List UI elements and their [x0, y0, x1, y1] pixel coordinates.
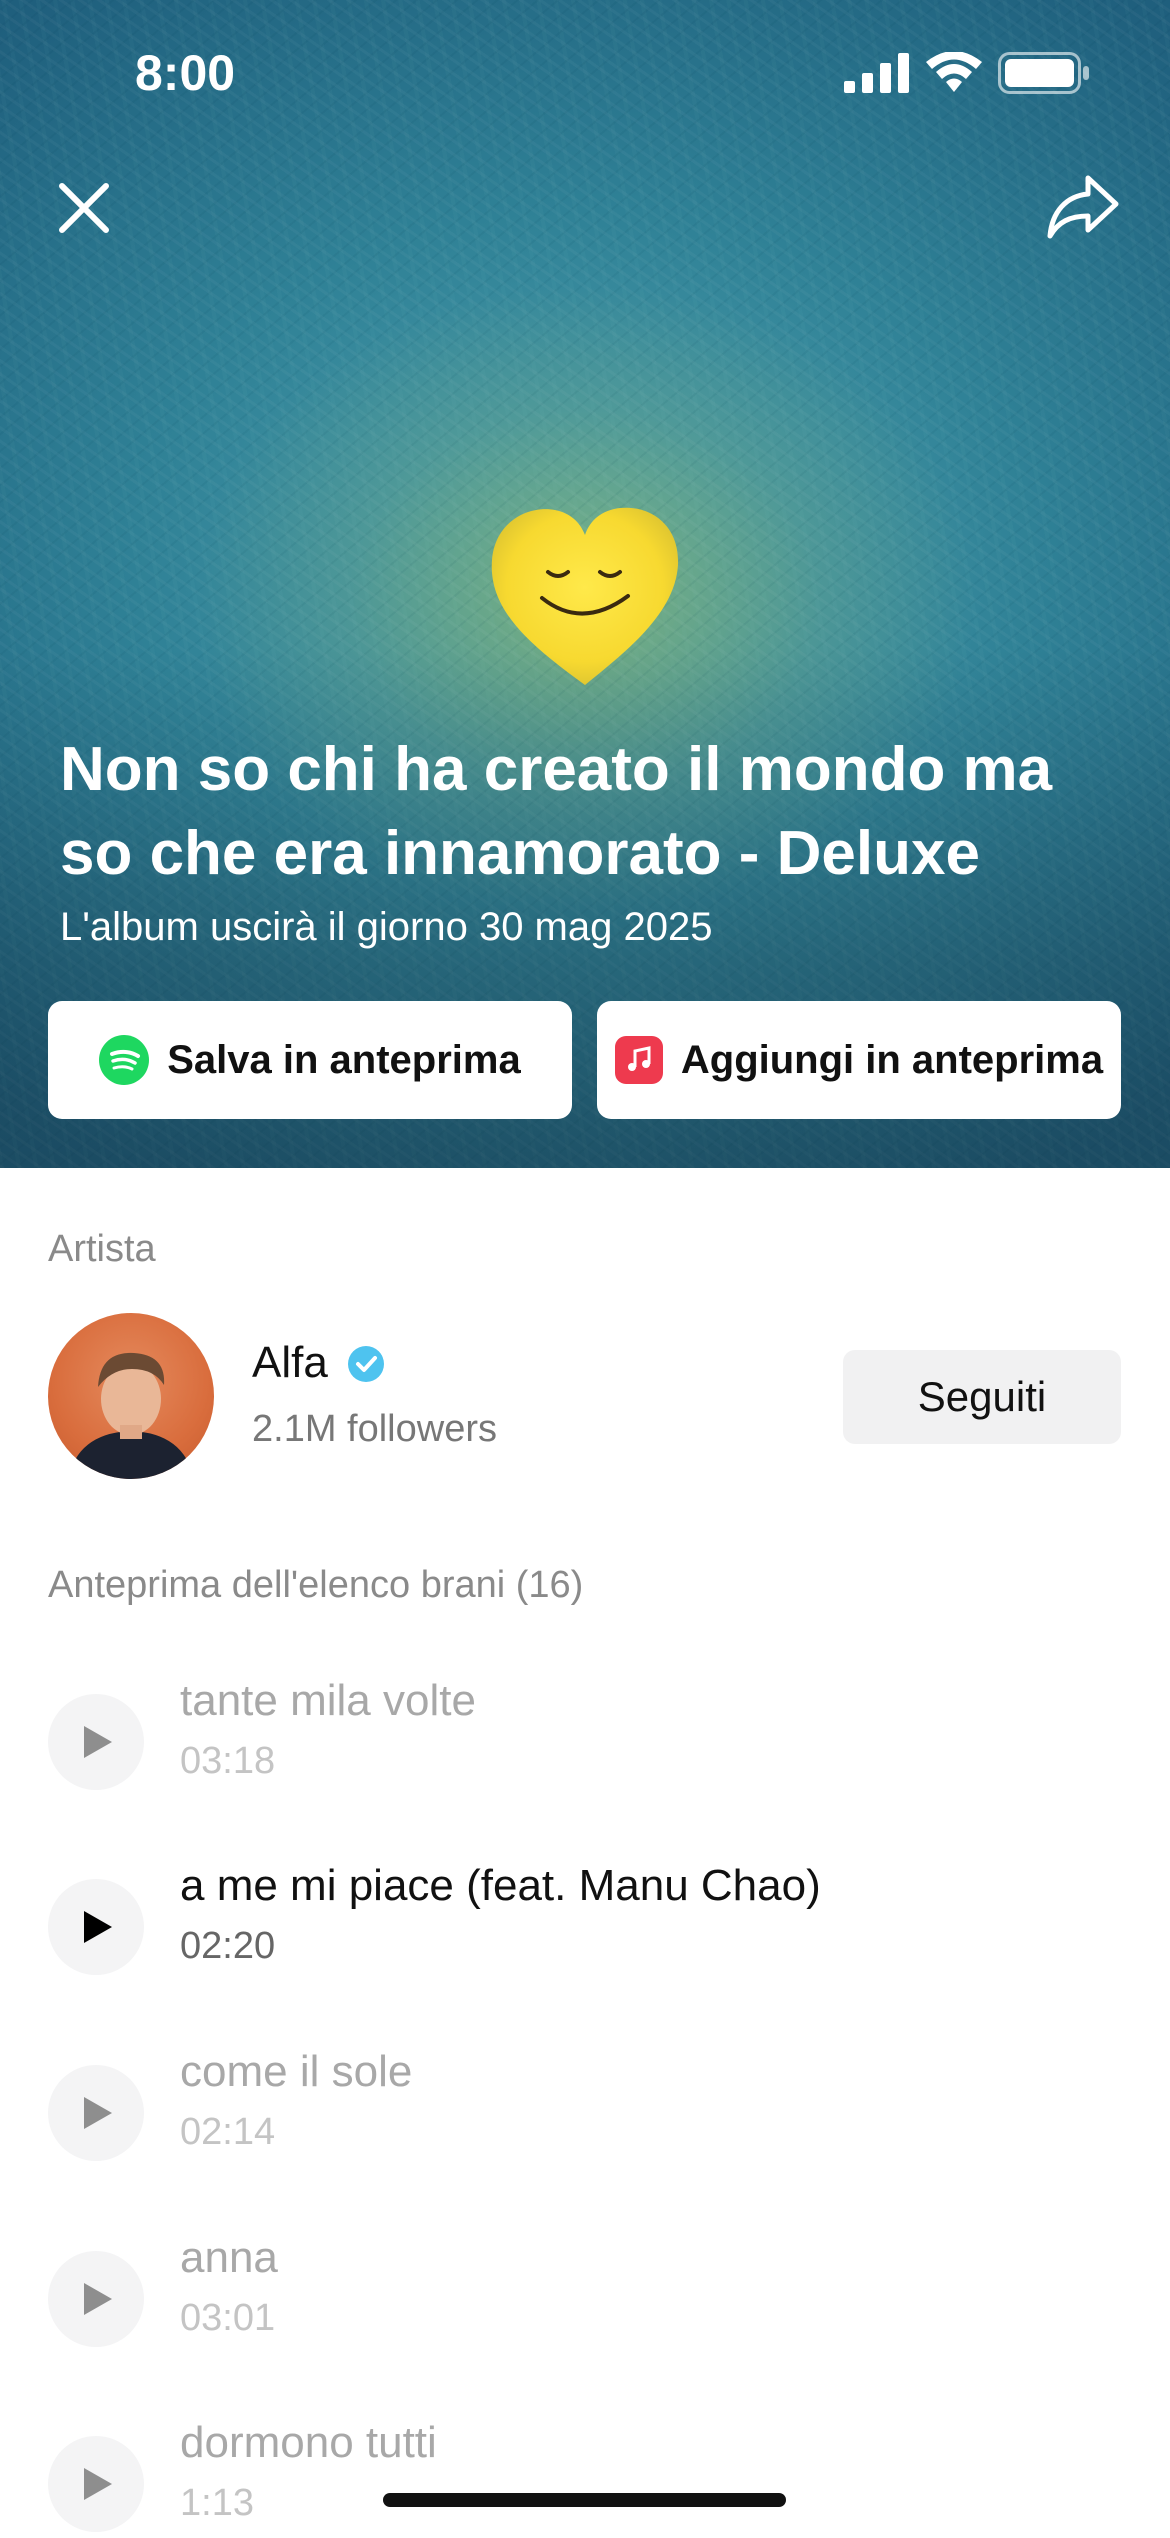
track-row[interactable]: dormono tutti 1:13	[48, 2418, 1121, 2538]
album-cover-header: 8:00 Non so chi ha creato il mondo ma so…	[0, 0, 1170, 1168]
home-indicator	[383, 2493, 786, 2507]
status-time: 8:00	[135, 45, 236, 101]
track-row[interactable]: come il sole 02:14	[48, 2047, 1121, 2167]
heart-illustration	[491, 507, 679, 685]
play-button[interactable]	[48, 2436, 144, 2532]
play-button[interactable]	[48, 1694, 144, 1790]
spotify-presave-button[interactable]: Salva in anteprima	[48, 1001, 572, 1119]
share-icon[interactable]	[1044, 168, 1122, 246]
track-title: a me mi piace (feat. Manu Chao)	[180, 1861, 821, 1910]
apple-music-presave-button[interactable]: Aggiungi in anteprima	[597, 1001, 1121, 1119]
wifi-icon	[926, 52, 982, 92]
play-button[interactable]	[48, 2065, 144, 2161]
play-icon	[84, 2468, 112, 2500]
artist-section-label: Artista	[48, 1228, 156, 1270]
artist-avatar[interactable]	[48, 1313, 214, 1479]
track-title: anna	[180, 2233, 278, 2282]
track-row[interactable]: tante mila volte 03:18	[48, 1676, 1121, 1796]
play-icon	[84, 1911, 112, 1943]
track-duration: 02:20	[180, 1925, 276, 1967]
track-title: come il sole	[180, 2047, 413, 2096]
play-button[interactable]	[48, 1879, 144, 1975]
track-duration: 1:13	[180, 2482, 254, 2524]
track-row[interactable]: anna 03:01	[48, 2233, 1121, 2353]
track-row[interactable]: a me mi piace (feat. Manu Chao) 02:20	[48, 1861, 1121, 1981]
status-icons	[844, 52, 1090, 94]
track-duration: 02:14	[180, 2111, 276, 2153]
play-icon	[84, 2283, 112, 2315]
cellular-signal-icon	[844, 53, 909, 93]
follow-button[interactable]: Seguiti	[843, 1350, 1121, 1444]
tracklist-section-label: Anteprima dell'elenco brani (16)	[48, 1564, 584, 1606]
close-icon[interactable]	[52, 176, 116, 240]
apple-music-presave-label: Aggiungi in anteprima	[680, 1037, 1104, 1082]
play-button[interactable]	[48, 2251, 144, 2347]
apple-music-icon	[614, 1036, 663, 1084]
artist-followers: 2.1M followers	[252, 1408, 497, 1450]
track-title: tante mila volte	[180, 1676, 476, 1725]
album-title: Non so chi ha creato il mondo ma so che …	[60, 735, 1053, 888]
battery-icon	[998, 52, 1089, 94]
verified-icon	[348, 1346, 384, 1382]
spotify-presave-label: Salva in anteprima	[167, 1037, 521, 1082]
release-date-text: L'album uscirà il giorno 30 mag 2025	[60, 905, 713, 949]
track-duration: 03:01	[180, 2297, 276, 2339]
spotify-icon	[99, 1035, 150, 1085]
track-duration: 03:18	[180, 1740, 276, 1782]
track-title: dormono tutti	[180, 2418, 437, 2467]
artist-photo	[68, 1352, 194, 1479]
play-icon	[84, 1726, 112, 1758]
play-icon	[84, 2097, 112, 2129]
artist-name[interactable]: Alfa	[252, 1338, 328, 1388]
